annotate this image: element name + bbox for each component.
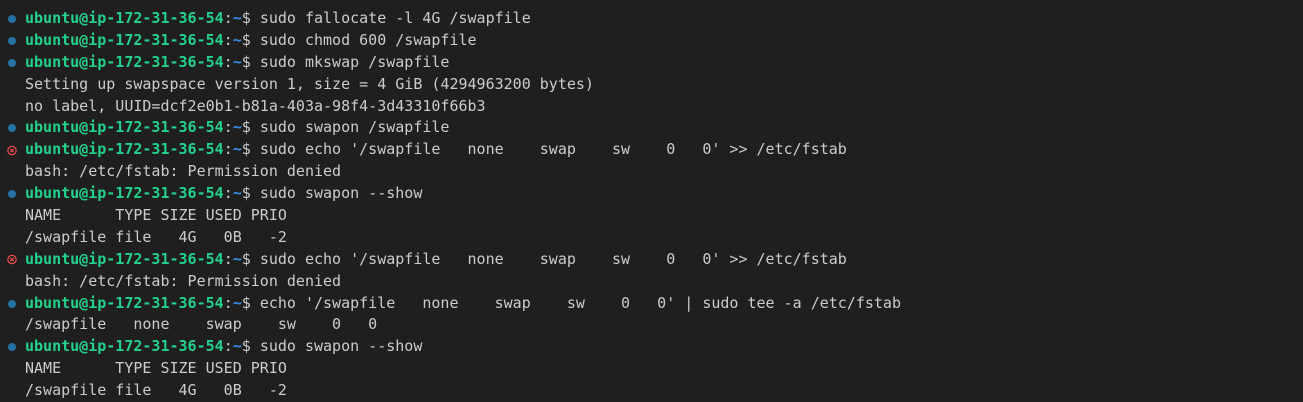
command-line: ubuntu@ip-172-31-36-54:~$ sudo fallocate… [0, 8, 1303, 30]
prompt-user-host: ubuntu@ip-172-31-36-54 [25, 249, 224, 268]
prompt-sigil: $ [241, 9, 260, 27]
output-line: /swapfile file 4G 0B -2 [0, 227, 1303, 249]
output-line: bash: /etc/fstab: Permission denied [0, 271, 1303, 293]
command-line: ubuntu@ip-172-31-36-54:~$ echo '/swapfil… [0, 293, 1303, 315]
prompt-path: ~ [232, 118, 242, 137]
command-text: echo '/swapfile none swap sw 0 0' | sudo… [259, 293, 901, 312]
prompt-path: ~ [232, 140, 242, 159]
command-success-decoration-icon[interactable] [7, 123, 17, 133]
output-line: bash: /etc/fstab: Permission denied [0, 161, 1303, 183]
command-text: sudo echo '/swapfile none swap sw 0 0' >… [259, 140, 847, 159]
command-line: ubuntu@ip-172-31-36-54:~$ sudo swapon /s… [0, 117, 1303, 139]
prompt-path: ~ [232, 184, 242, 203]
output-text: no label, UUID=dcf2e0b1-b81a-403a-98f4-3… [25, 96, 486, 115]
output-line: no label, UUID=dcf2e0b1-b81a-403a-98f4-3… [0, 96, 1303, 118]
prompt-sigil: $ [241, 118, 260, 137]
prompt-colon: : [223, 52, 233, 71]
command-success-decoration-icon[interactable] [7, 189, 17, 199]
command-text: sudo swapon /swapfile [259, 118, 450, 137]
output-text: NAME TYPE SIZE USED PRIO [25, 206, 287, 225]
prompt-colon: : [223, 140, 233, 159]
prompt-user-host: ubuntu@ip-172-31-36-54 [25, 140, 224, 159]
output-text: bash: /etc/fstab: Permission denied [25, 271, 342, 290]
prompt-sigil: $ [241, 293, 260, 312]
prompt-user-host: ubuntu@ip-172-31-36-54 [25, 184, 224, 203]
command-error-decoration-icon[interactable] [7, 254, 17, 265]
prompt-colon: : [223, 30, 233, 49]
prompt-colon: : [223, 184, 233, 203]
command-line: ubuntu@ip-172-31-36-54:~$ sudo chmod 600… [0, 30, 1303, 52]
prompt-colon: : [223, 249, 233, 268]
prompt-sigil: $ [241, 52, 260, 71]
output-text: /swapfile file 4G 0B -2 [25, 227, 287, 246]
command-success-decoration-icon[interactable] [7, 299, 17, 309]
command-text: sudo echo '/swapfile none swap sw 0 0' >… [259, 249, 847, 268]
command-text: sudo swapon --show [259, 184, 423, 203]
output-text: Setting up swapspace version 1, size = 4… [25, 74, 594, 93]
prompt-path: ~ [232, 249, 242, 268]
prompt-sigil: $ [241, 30, 260, 49]
prompt-colon: : [223, 337, 233, 356]
prompt-path: ~ [232, 52, 242, 71]
prompt-sigil: $ [241, 140, 260, 159]
prompt-path: ~ [232, 337, 242, 356]
prompt-sigil: $ [241, 337, 260, 356]
command-line: ubuntu@ip-172-31-36-54:~$ sudo echo '/sw… [0, 249, 1303, 271]
prompt-user-host: ubuntu@ip-172-31-36-54 [25, 30, 224, 49]
prompt-user-host: ubuntu@ip-172-31-36-54 [25, 118, 224, 137]
command-line: ubuntu@ip-172-31-36-54:~$ sudo swapon --… [0, 183, 1303, 205]
command-text: sudo mkswap /swapfile [259, 52, 450, 71]
prompt-path: ~ [232, 9, 242, 27]
prompt-colon: : [223, 9, 233, 27]
prompt-user-host: ubuntu@ip-172-31-36-54 [25, 293, 224, 312]
prompt-path: ~ [232, 30, 242, 49]
command-text: sudo fallocate -l 4G /swapfile [259, 9, 531, 27]
output-line: NAME TYPE SIZE USED PRIO [0, 205, 1303, 227]
prompt-user-host: ubuntu@ip-172-31-36-54 [25, 337, 224, 356]
output-text: /swapfile none swap sw 0 0 [25, 315, 378, 334]
command-line: ubuntu@ip-172-31-36-54:~$ sudo echo '/sw… [0, 139, 1303, 161]
prompt-sigil: $ [241, 249, 260, 268]
command-success-decoration-icon[interactable] [7, 36, 17, 46]
prompt-user-host: ubuntu@ip-172-31-36-54 [25, 9, 224, 27]
output-text: NAME TYPE SIZE USED PRIO [25, 359, 287, 378]
command-line: ubuntu@ip-172-31-36-54:~$ sudo mkswap /s… [0, 52, 1303, 74]
command-text: sudo swapon --show [259, 337, 423, 356]
output-line: Setting up swapspace version 1, size = 4… [0, 74, 1303, 96]
prompt-user-host: ubuntu@ip-172-31-36-54 [25, 52, 224, 71]
command-text: sudo chmod 600 /swapfile [259, 30, 477, 49]
prompt-sigil: $ [241, 184, 260, 203]
prompt-colon: : [223, 293, 233, 312]
command-success-decoration-icon[interactable] [7, 342, 17, 352]
output-line: NAME TYPE SIZE USED PRIO [0, 358, 1303, 380]
command-error-decoration-icon[interactable] [7, 145, 17, 156]
output-text: bash: /etc/fstab: Permission denied [25, 162, 342, 181]
command-line: ubuntu@ip-172-31-36-54:~$ sudo swapon --… [0, 336, 1303, 358]
prompt-path: ~ [232, 293, 242, 312]
command-success-decoration-icon[interactable] [7, 58, 17, 68]
prompt-colon: : [223, 118, 233, 137]
terminal-output[interactable]: ubuntu@ip-172-31-36-54:~$ sudo fallocate… [0, 0, 1303, 402]
output-line: /swapfile none swap sw 0 0 [0, 314, 1303, 336]
command-success-decoration-icon[interactable] [7, 14, 17, 24]
output-text: /swapfile file 4G 0B -2 [25, 381, 287, 400]
output-line: /swapfile file 4G 0B -2 [0, 380, 1303, 402]
